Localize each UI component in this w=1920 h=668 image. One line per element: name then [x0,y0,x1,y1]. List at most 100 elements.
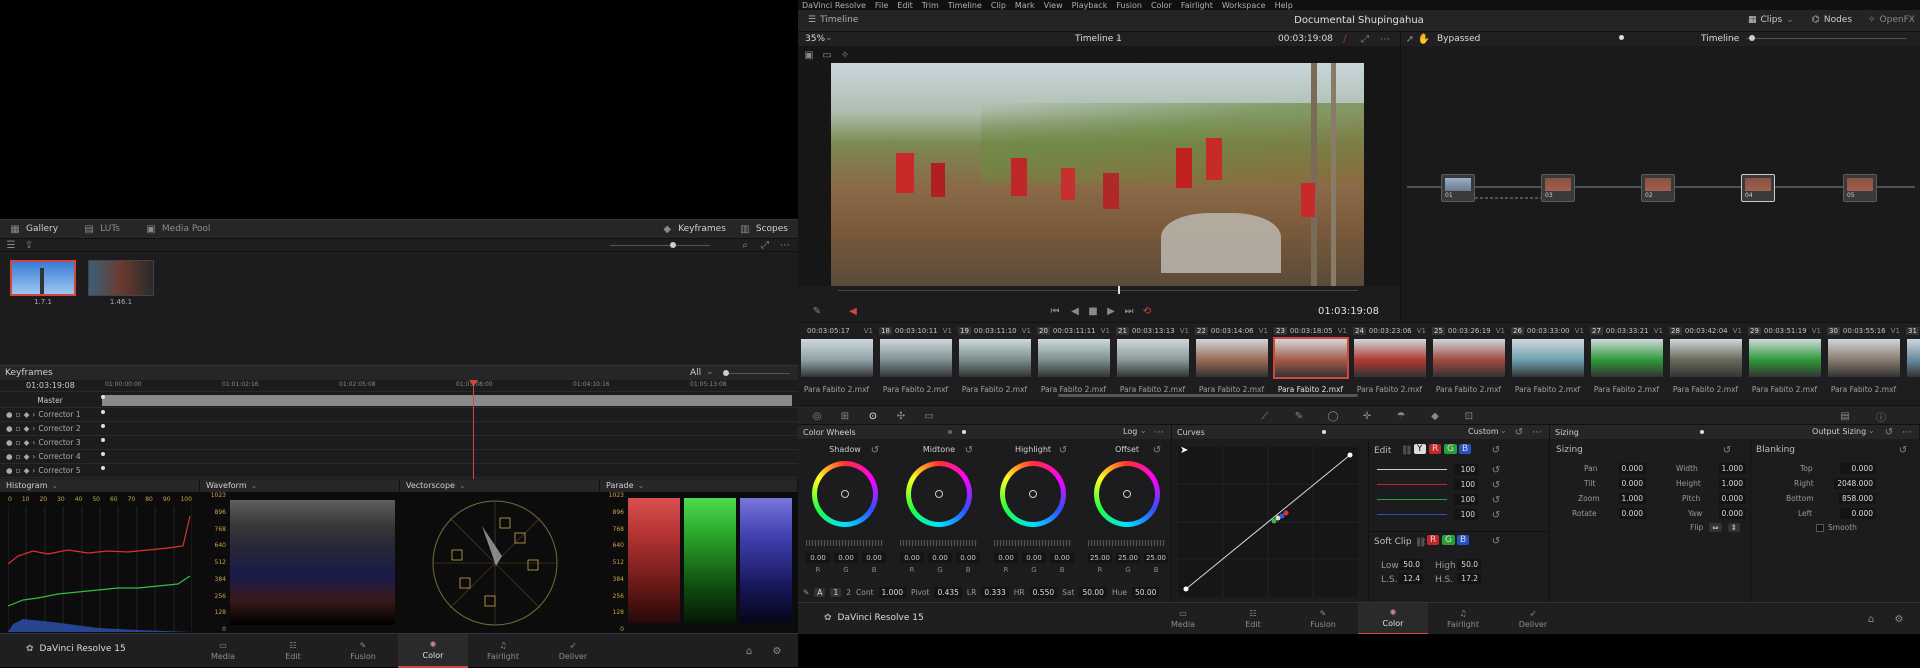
window-icon[interactable]: ◯ [1326,409,1340,423]
clip-thumbnail[interactable]: 00:03:05:17 V1 Para Fabito 2.mxf [798,323,875,399]
page-edit[interactable]: ☷ Edit [1218,603,1288,635]
wheel-center[interactable] [935,490,943,498]
keyframe-dot[interactable] [101,452,105,456]
reset-icon[interactable]: ↺ [1489,478,1503,492]
reset-icon[interactable]: ↺ [1882,425,1896,439]
tab-media-pool[interactable]: ▣ Media Pool [144,222,210,236]
left-field[interactable]: 0.000 [1840,508,1876,519]
reset-icon[interactable]: ↺ [1489,463,1503,477]
wheels-mode[interactable]: Log [1123,427,1137,436]
page-dot[interactable] [1322,430,1326,434]
wheel-center[interactable] [1123,490,1131,498]
parade-header[interactable]: Parade ⌄ [600,479,798,492]
keyframes-zoom-handle[interactable] [723,370,729,376]
intensity-slider[interactable] [1377,514,1447,515]
info-icon[interactable]: ⓘ [1874,409,1888,424]
eye-icon[interactable]: ● [6,466,13,475]
intensity-slider[interactable] [1377,469,1447,470]
tab-scopes[interactable]: ▥ Scopes [738,222,788,236]
tab-luts[interactable]: ▤ LUTs [82,222,120,236]
node-zoom-handle[interactable] [1749,35,1755,41]
tab-keyframes[interactable]: ◆ Keyframes [660,222,726,236]
height-field[interactable]: 1.000 [1718,478,1746,489]
wheel-jog[interactable] [1088,540,1166,546]
menu-item[interactable]: Fusion [1116,1,1142,10]
chevron-right-icon[interactable]: › [32,438,35,447]
page-dot[interactable] [1700,430,1704,434]
keyframes-filter[interactable]: All [690,368,701,378]
home-icon[interactable]: ⌂ [1864,612,1878,626]
color-match-icon[interactable]: ⊞ [838,409,852,423]
soft-clip-r-button[interactable]: R [1427,535,1440,545]
thumb-size-handle[interactable] [670,242,676,248]
bottom-field[interactable]: 858.000 [1838,493,1876,504]
more-icon[interactable]: ⋯ [1152,425,1166,439]
clip-thumbnail[interactable]: 30 00:03:55:16 V1 Para Fabito 2.mxf [1825,323,1902,399]
keyframes-row-corrector[interactable]: ● ▫ ◆ › Corrector 3 [0,436,798,450]
flip-horizontal-button[interactable]: ⇔ [1709,523,1722,532]
motion-effects-icon[interactable]: ▭ [922,409,936,423]
page-1-button[interactable]: 1 [830,588,842,597]
home-icon[interactable]: ⌂ [742,644,756,658]
color-wheels-icon[interactable]: ⊙ [866,409,880,423]
pitch-field[interactable]: 0.000 [1718,493,1746,504]
skip-back-icon[interactable]: ⏮ [1048,304,1062,318]
expand-icon[interactable]: ⤢ [758,239,772,251]
reset-icon[interactable]: ↺ [1512,425,1526,439]
clip-thumbnail[interactable]: 23 00:03:18:05 V1 Para Fabito 2.mxf [1272,323,1349,399]
value-g[interactable]: 0.00 [834,553,858,563]
page-edit[interactable]: ☷ Edit [258,634,328,668]
node[interactable]: 02 [1641,174,1675,202]
link-icon[interactable]: ⛓ [1415,538,1426,548]
keyframes-playhead[interactable] [473,382,474,479]
wheel-midtone[interactable]: Midtone ↺ 0.00 0.00 0.00 RGB [892,439,986,602]
lock-icon[interactable]: ▫ [16,452,21,461]
mute-icon[interactable]: ◀ [846,304,860,318]
zoom-level[interactable]: 35% [805,34,825,44]
lock-icon[interactable]: ▫ [16,466,21,475]
value-b[interactable]: 25.00 [1144,553,1168,563]
reset-icon[interactable]: ↺ [1896,443,1910,457]
smooth-checkbox[interactable] [1816,523,1824,532]
intensity-b[interactable]: 100 [1454,509,1478,520]
high-field[interactable]: 50.0 [1457,559,1481,570]
lock-icon[interactable]: ▫ [16,424,21,433]
page-color[interactable]: ✺ Color [1358,603,1428,635]
keyframe-dot[interactable] [101,410,105,414]
hand-icon[interactable]: ✋ [1417,32,1431,46]
menu-item[interactable]: Clip [991,1,1006,10]
viewer-frame[interactable] [831,63,1364,286]
reset-icon[interactable]: ↺ [1720,443,1734,457]
value-r[interactable]: 0.00 [994,553,1018,563]
pick-icon[interactable]: ✧ [838,48,852,62]
menu-item[interactable]: Fairlight [1181,1,1213,10]
lock-icon[interactable]: ▫ [16,410,21,419]
contrast-field[interactable]: 1.000 [878,587,907,598]
node[interactable]: 05 [1843,174,1877,202]
keyframes-row-corrector[interactable]: ● ▫ ◆ › Corrector 5 [0,464,798,478]
page-fusion[interactable]: ✎ Fusion [1288,603,1358,635]
keyframes-zoom-slider[interactable] [726,373,790,374]
page-dot[interactable] [948,430,952,434]
waveform-header[interactable]: Waveform ⌄ [200,479,400,492]
chevron-right-icon[interactable]: › [32,424,35,433]
play-reverse-icon[interactable]: ◀ [1068,304,1082,318]
node-zoom-slider[interactable] [1746,38,1906,39]
eye-icon[interactable]: ● [6,438,13,447]
vectorscope-header[interactable]: Vectorscope ⌄ [400,479,600,492]
reset-icon[interactable]: ↺ [1489,493,1503,507]
channel-g-button[interactable]: G [1444,444,1457,454]
intensity-slider[interactable] [1377,484,1447,485]
reset-icon[interactable]: ↺ [868,443,882,457]
keyframe-icon[interactable]: ◆ [24,424,30,433]
link-icon[interactable]: ⛓ [1401,446,1412,456]
curves-mode[interactable]: Custom [1468,427,1499,436]
page-deliver[interactable]: ➶ Deliver [1498,603,1568,635]
pivot-field[interactable]: 0.435 [934,587,962,598]
pan-field[interactable]: 0.000 [1618,463,1646,474]
wheel-center[interactable] [1029,490,1037,498]
keyframes-row-corrector[interactable]: ● ▫ ◆ › Corrector 2 [0,422,798,436]
sat-field[interactable]: 50.00 [1079,587,1107,598]
keyframe-dot[interactable] [101,395,105,399]
wheel-offset[interactable]: Offset ↺ 25.00 25.00 25.00 RGB [1080,439,1174,602]
